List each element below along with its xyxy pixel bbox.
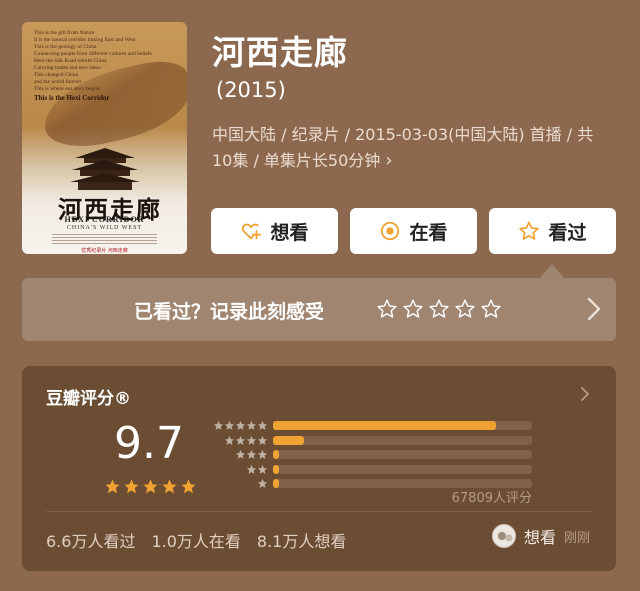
- distribution-bar-2: [273, 464, 279, 474]
- watching-button[interactable]: 在看: [350, 208, 477, 254]
- douban-rating-panel[interactable]: 豆瓣评分® 9.7 67809人评分 6.6万人看过 1.0万人在看 8.1万人…: [22, 366, 616, 571]
- rate-star-4-icon[interactable]: [454, 298, 476, 320]
- distribution-star-icon: [257, 435, 268, 445]
- distribution-star-icon: [257, 420, 268, 430]
- distribution-star-icon: [224, 435, 235, 445]
- target-circle-icon: [381, 221, 400, 241]
- distribution-star-icon: [235, 420, 246, 430]
- distribution-star-icon: [257, 478, 268, 488]
- distribution-star-icon: [246, 464, 257, 474]
- rate-prompt-strip[interactable]: 已看过？记录此刻感受: [22, 278, 616, 341]
- watched-count[interactable]: 6.6万人看过: [46, 528, 135, 552]
- want-to-watch-button[interactable]: 想看: [211, 208, 338, 254]
- star-filled-icon: [124, 479, 139, 494]
- poster-fine-print: [52, 234, 157, 246]
- rate-prompt-label: 已看过？记录此刻感受: [134, 301, 325, 323]
- distribution-star-icon: [246, 420, 257, 430]
- poster-english-title: HEXI CORRIDOR: [64, 215, 145, 224]
- rate-star-row[interactable]: [376, 298, 502, 320]
- rate-strip-pointer: [540, 264, 564, 278]
- rating-stars: [104, 478, 197, 495]
- distribution-star-icon: [235, 449, 246, 459]
- heart-plus-icon: [242, 223, 262, 240]
- release-year: (2015): [216, 78, 286, 102]
- distribution-star-icon: [257, 464, 268, 474]
- poster-blurb: This is the gift from Nature It is the n…: [34, 30, 152, 102]
- rating-vote-count[interactable]: 67809人评分: [452, 487, 532, 506]
- rate-star-5-icon[interactable]: [480, 298, 502, 320]
- rate-star-1-icon[interactable]: [376, 298, 398, 320]
- rating-header: 豆瓣评分®: [46, 389, 131, 409]
- chevron-right-icon[interactable]: [580, 386, 590, 402]
- poster-english-subtitle: CHINA'S WILD WEST: [66, 225, 143, 231]
- poster-image[interactable]: This is the gift from Nature It is the n…: [22, 22, 187, 254]
- friend-activity-label: 想看: [523, 528, 556, 547]
- poster-tower-art: [70, 148, 140, 190]
- rate-star-2-icon[interactable]: [402, 298, 424, 320]
- friend-activity-time: 刚刚: [563, 530, 590, 546]
- distribution-star-icon: [224, 420, 235, 430]
- star-outline-icon: [519, 221, 540, 240]
- chevron-right-icon: ›: [385, 150, 393, 171]
- distribution-star-icon: [257, 449, 268, 459]
- avatar: [491, 524, 516, 548]
- divider: [46, 511, 592, 512]
- avatar-image-icon: [492, 525, 515, 547]
- distribution-bar-3: [273, 450, 279, 459]
- audience-stats: 6.6万人看过 1.0万人在看 8.1万人想看: [46, 528, 346, 552]
- star-filled-icon: [181, 479, 196, 494]
- rate-star-3-icon[interactable]: [428, 298, 450, 320]
- distribution-stars-5: [213, 420, 268, 431]
- distribution-stars-4: [224, 435, 268, 446]
- want-count[interactable]: 8.1万人想看: [257, 528, 346, 552]
- poster-credit: 优秀纪录片 河西走廊: [81, 248, 128, 254]
- watching-count[interactable]: 1.0万人在看: [151, 528, 240, 552]
- meta-info[interactable]: 中国大陆 / 纪录片 / 2015-03-03(中国大陆) 首播 / 共10集 …: [212, 122, 612, 174]
- distribution-bar-4: [273, 435, 305, 445]
- rating-score: 9.7: [114, 418, 184, 469]
- chevron-right-icon[interactable]: [586, 296, 602, 322]
- page-title: 河西走廊: [212, 33, 348, 72]
- friend-activity[interactable]: 想看 刚刚: [491, 524, 590, 548]
- distribution-star-icon: [246, 435, 257, 445]
- distribution-bar-1: [273, 479, 279, 488]
- distribution-star-icon: [213, 420, 224, 430]
- distribution-bar-5: [273, 421, 496, 430]
- distribution-stars-2: [246, 464, 268, 475]
- distribution-star-icon: [246, 449, 257, 459]
- distribution-stars-3: [235, 449, 268, 460]
- distribution-stars-1: [257, 478, 268, 489]
- distribution-star-icon: [235, 435, 246, 445]
- star-filled-icon: [162, 479, 177, 494]
- star-filled-icon: [143, 479, 158, 494]
- watched-button[interactable]: 看过: [489, 208, 616, 254]
- star-filled-icon: [105, 479, 120, 494]
